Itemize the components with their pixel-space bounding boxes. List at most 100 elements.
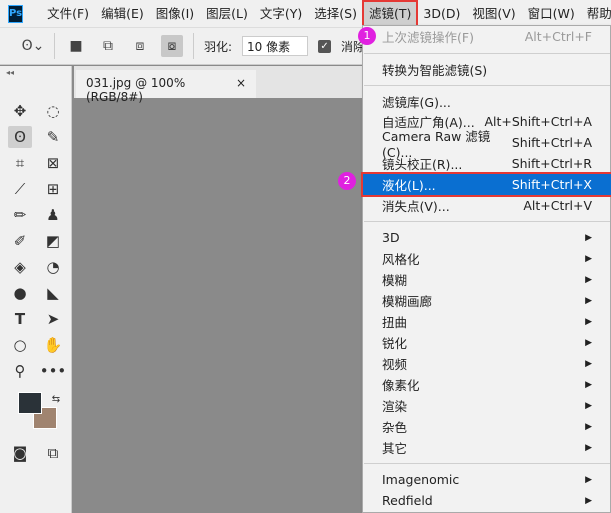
antialias-checkbox[interactable]: ✓ bbox=[318, 39, 332, 53]
menu-type[interactable]: 文字(Y) bbox=[254, 1, 308, 26]
submenu-arrow-icon: ▶ bbox=[585, 400, 592, 411]
brush-tool-icon[interactable]: ✏ bbox=[8, 204, 32, 226]
ellipse-tool-icon[interactable]: ○ bbox=[8, 334, 32, 356]
menu-item-liquify[interactable]: 液化(L)... Shift+Ctrl+X bbox=[361, 172, 611, 197]
lasso-preset-icon[interactable]: ʘ⌄ bbox=[22, 35, 45, 57]
submenu-arrow-icon: ▶ bbox=[585, 316, 592, 327]
menu-item-submenu[interactable]: 模糊 ▶ bbox=[363, 269, 611, 290]
item-label: 扭曲 bbox=[382, 315, 408, 330]
menu-layer[interactable]: 图层(L) bbox=[200, 1, 254, 26]
menu-item-submenu[interactable]: 锐化 ▶ bbox=[363, 332, 611, 353]
crop-tool-icon[interactable]: ⌗ bbox=[8, 152, 32, 174]
feather-input[interactable]: 10 像素 bbox=[242, 36, 309, 56]
item-label: 滤镜库(G)... bbox=[382, 95, 451, 110]
history-brush-icon[interactable]: ✐ bbox=[8, 230, 32, 252]
lasso-tool-icon[interactable]: ʘ bbox=[8, 126, 32, 148]
menu-item-submenu[interactable]: 渲染 ▶ bbox=[363, 395, 611, 416]
submenu-arrow-icon: ▶ bbox=[585, 421, 592, 432]
add-selection-icon[interactable]: ⧉ bbox=[97, 35, 119, 57]
swap-colors-icon[interactable]: ⇆ bbox=[44, 388, 68, 410]
menu-bar: Ps 文件(F) 编辑(E) 图像(I) 图层(L) 文字(Y) 选择(S) 滤… bbox=[0, 0, 611, 27]
frame-tool-icon[interactable]: ⊠ bbox=[41, 152, 65, 174]
document-tab[interactable]: 031.jpg @ 100%(RGB/8#) × bbox=[76, 70, 256, 104]
item-shortcut: Alt+Ctrl+F bbox=[524, 29, 592, 44]
stamp-tool-icon[interactable]: ♟ bbox=[41, 204, 65, 226]
menu-item-vanishing-point[interactable]: 消失点(V)... Alt+Ctrl+V bbox=[363, 195, 611, 216]
menu-item-imagenomic[interactable]: Imagenomic ▶ bbox=[363, 469, 611, 490]
menu-item-filter-gallery[interactable]: 滤镜库(G)... bbox=[363, 91, 611, 112]
item-label: 视频 bbox=[382, 357, 408, 372]
menu-edit[interactable]: 编辑(E) bbox=[95, 1, 150, 26]
item-shortcut: Shift+Ctrl+A bbox=[511, 135, 592, 150]
menu-item-submenu[interactable]: 模糊画廊 ▶ bbox=[363, 290, 611, 311]
type-tool-icon[interactable]: T bbox=[8, 308, 32, 330]
item-label: 液化(L)... bbox=[382, 178, 436, 193]
menu-item-camera-raw[interactable]: Camera Raw 滤镜(C)... Shift+Ctrl+A bbox=[363, 129, 611, 160]
blur-tool-icon[interactable]: ◔ bbox=[41, 256, 65, 278]
eyedropper-icon[interactable]: ⟋ bbox=[8, 178, 32, 200]
item-label: 3D bbox=[382, 230, 400, 245]
menu-image[interactable]: 图像(I) bbox=[150, 1, 200, 26]
menu-filter[interactable]: 滤镜(T) bbox=[361, 0, 419, 27]
close-icon[interactable]: × bbox=[236, 76, 246, 92]
submenu-arrow-icon: ▶ bbox=[585, 295, 592, 306]
menu-item-lens-correction[interactable]: 镜头校正(R)... Shift+Ctrl+R bbox=[363, 153, 611, 174]
menu-item-redfield[interactable]: Redfield ▶ bbox=[363, 490, 611, 511]
new-selection-icon[interactable]: ■ bbox=[65, 35, 87, 57]
move-tool-icon[interactable]: ✥ bbox=[8, 100, 32, 122]
submenu-arrow-icon: ▶ bbox=[585, 358, 592, 369]
item-label: 像素化 bbox=[382, 378, 420, 393]
menu-item-submenu[interactable]: 风格化 ▶ bbox=[363, 248, 611, 269]
item-label: 消失点(V)... bbox=[382, 199, 450, 214]
quick-mask-icon[interactable]: ◙ bbox=[8, 442, 32, 464]
tools-panel: ◂◂ ✥ ◌ ʘ ✎ ⌗ ⊠ ⟋ ⊞ ✏ ♟ ✐ ◩ ◈ ◔ ● ◣ T ➤ ○… bbox=[0, 66, 72, 513]
menu-window[interactable]: 窗口(W) bbox=[522, 1, 581, 26]
menu-item-submenu[interactable]: 杂色 ▶ bbox=[363, 416, 611, 437]
menu-select[interactable]: 选择(S) bbox=[308, 1, 363, 26]
path-selection-icon[interactable]: ➤ bbox=[41, 308, 65, 330]
menu-item-submenu[interactable]: 其它 ▶ bbox=[363, 437, 611, 458]
more-tools-icon[interactable]: ••• bbox=[40, 360, 67, 382]
submenu-arrow-icon: ▶ bbox=[585, 274, 592, 285]
divider bbox=[54, 33, 55, 59]
submenu-arrow-icon: ▶ bbox=[585, 337, 592, 348]
item-label: 模糊画廊 bbox=[382, 294, 433, 309]
item-shortcut: Shift+Ctrl+X bbox=[511, 177, 592, 192]
menu-item-submenu[interactable]: 扭曲 ▶ bbox=[363, 311, 611, 332]
submenu-arrow-icon: ▶ bbox=[585, 495, 592, 506]
intersect-selection-icon[interactable]: ⧇ bbox=[161, 35, 183, 57]
submenu-arrow-icon: ▶ bbox=[585, 474, 592, 485]
filter-menu: 上次滤镜操作(F) Alt+Ctrl+F 转换为智能滤镜(S) 滤镜库(G)...… bbox=[361, 25, 611, 513]
hand-tool-icon[interactable]: ✋ bbox=[41, 334, 65, 356]
quick-selection-icon[interactable]: ✎ bbox=[41, 126, 65, 148]
menu-item-submenu[interactable]: 视频 ▶ bbox=[363, 353, 611, 374]
item-label: 转换为智能滤镜(S) bbox=[382, 63, 488, 78]
menu-separator bbox=[364, 85, 610, 86]
item-label: 模糊 bbox=[382, 273, 408, 288]
foreground-color-swatch[interactable] bbox=[18, 392, 42, 414]
subtract-selection-icon[interactable]: ⧈ bbox=[129, 35, 151, 57]
collapse-icon[interactable]: ◂◂ bbox=[6, 68, 14, 77]
menu-3d[interactable]: 3D(D) bbox=[417, 1, 466, 26]
photoshop-logo: Ps bbox=[8, 4, 24, 23]
menu-separator bbox=[364, 53, 610, 54]
menu-view[interactable]: 视图(V) bbox=[466, 1, 521, 26]
eraser-tool-icon[interactable]: ◩ bbox=[41, 230, 65, 252]
item-label: 其它 bbox=[382, 441, 408, 456]
menu-item-last-filter[interactable]: 上次滤镜操作(F) Alt+Ctrl+F bbox=[363, 26, 611, 47]
dodge-tool-icon[interactable]: ● bbox=[8, 282, 32, 304]
zoom-tool-icon[interactable]: ⚲ bbox=[8, 360, 32, 382]
item-label: Imagenomic bbox=[382, 472, 460, 487]
step-badge-1: 1 bbox=[358, 27, 376, 45]
paint-bucket-icon[interactable]: ◈ bbox=[8, 256, 32, 278]
divider bbox=[193, 33, 194, 59]
screen-mode-icon[interactable]: ⧉ bbox=[41, 442, 65, 464]
pen-tool-icon[interactable]: ◣ bbox=[41, 282, 65, 304]
menu-item-smart-filter[interactable]: 转换为智能滤镜(S) bbox=[363, 59, 611, 80]
healing-brush-icon[interactable]: ⊞ bbox=[41, 178, 65, 200]
menu-file[interactable]: 文件(F) bbox=[41, 1, 95, 26]
menu-help[interactable]: 帮助(H) bbox=[581, 1, 611, 26]
menu-item-submenu[interactable]: 像素化 ▶ bbox=[363, 374, 611, 395]
marquee-tool-icon[interactable]: ◌ bbox=[41, 100, 65, 122]
menu-item-submenu[interactable]: 3D ▶ bbox=[363, 227, 611, 248]
